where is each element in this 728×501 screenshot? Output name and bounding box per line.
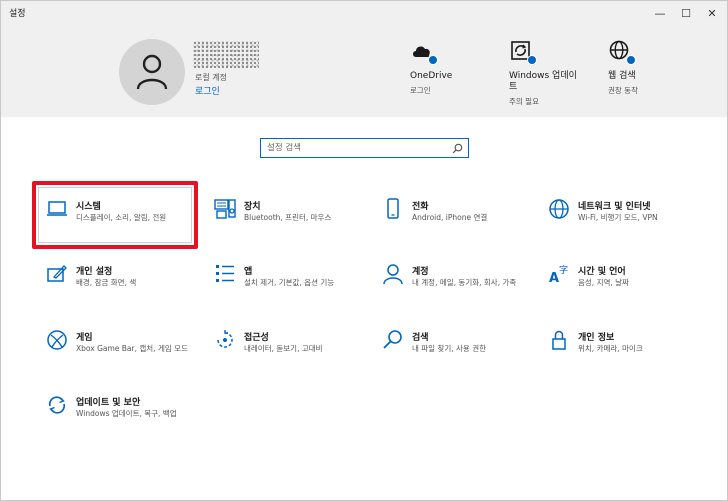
category-label: 업데이트 및 보안 (76, 398, 141, 408)
search-input[interactable] (261, 143, 441, 153)
category-time-language[interactable]: A 字 시간 및 언어 음성, 지역, 날짜 (548, 263, 708, 315)
avatar[interactable] (119, 39, 185, 105)
settings-search[interactable] (260, 138, 469, 158)
category-description: Wi-Fi, 비행기 모드, VPN (578, 213, 658, 222)
category-description: 음성, 지역, 날짜 (578, 278, 629, 287)
status-dot (626, 55, 636, 65)
category-gaming[interactable]: 게임 Xbox Game Bar, 캡처, 게임 모드 (46, 329, 206, 381)
category-label: 개인 정보 (578, 333, 615, 343)
header-item-sub: 주의 필요 (509, 97, 539, 106)
category-label: 시스템 (76, 202, 101, 212)
category-description: 위치, 카메라, 마이크 (578, 344, 643, 353)
header-item-sub: 권장 동작 (608, 86, 638, 95)
category-description: Android, iPhone 연결 (412, 213, 488, 222)
category-privacy[interactable]: 개인 정보 위치, 카메라, 마이크 (548, 329, 708, 381)
account-type: 로컬 계정 (195, 73, 227, 82)
title-bar: 설정 — ☐ ✕ (1, 1, 727, 25)
category-description: Windows 업데이트, 복구, 백업 (76, 409, 177, 418)
category-devices[interactable]: 장치 Bluetooth, 프린터, 마우스 (214, 198, 374, 250)
lock-icon (552, 330, 566, 350)
paint-brush-icon (47, 265, 67, 282)
keyboard-speaker-icon (214, 199, 236, 219)
header-item-label: OneDrive (410, 71, 453, 81)
category-label: 검색 (412, 333, 429, 343)
person-icon (383, 264, 403, 285)
settings-window: 설정 — ☐ ✕ 로컬 계정 로그인 OneDrive 로그인 Windows … (0, 0, 728, 501)
category-description: 디스플레이, 소리, 알림, 전원 (76, 213, 167, 222)
header-item-windows-update[interactable]: Windows 업데이트 주의 필요 (509, 39, 581, 107)
search-icon (383, 330, 402, 349)
category-label: 개인 설정 (76, 267, 113, 277)
category-update-security[interactable]: 업데이트 및 보안 Windows 업데이트, 복구, 백업 (46, 394, 206, 446)
category-description: Xbox Game Bar, 캡처, 게임 모드 (76, 344, 188, 353)
phone-icon (387, 198, 399, 219)
category-description: Bluetooth, 프린터, 마우스 (244, 213, 332, 222)
category-label: 접근성 (244, 333, 269, 343)
category-label: 앱 (244, 267, 253, 277)
laptop-icon (47, 201, 67, 216)
category-system[interactable]: 시스템 디스플레이, 소리, 알림, 전원 (46, 198, 206, 250)
category-label: 게임 (76, 333, 93, 343)
header-item-sub: 로그인 (410, 86, 431, 95)
header-item-label: Windows 업데이트 (509, 71, 577, 92)
category-description: 배경, 잠금 화면, 색 (76, 278, 137, 287)
category-network[interactable]: 네트워크 및 인터넷 Wi-Fi, 비행기 모드, VPN (548, 198, 708, 250)
category-description: 내 계정, 메일, 동기화, 회사, 가족 (412, 278, 517, 287)
category-description: 내 파일 찾기, 사용 권한 (412, 344, 487, 353)
category-label: 네트워크 및 인터넷 (578, 202, 651, 212)
category-search[interactable]: 검색 내 파일 찾기, 사용 권한 (382, 329, 542, 381)
category-label: 장치 (244, 202, 261, 212)
refresh-icon (48, 396, 66, 414)
category-apps[interactable]: 앱 설치 제거, 기본값, 옵션 기능 (214, 263, 374, 315)
close-button[interactable]: ✕ (697, 1, 727, 25)
window-title: 설정 (9, 9, 26, 19)
header-item-label: 웹 검색 (608, 71, 636, 81)
login-link[interactable]: 로그인 (195, 84, 220, 97)
xbox-icon (47, 330, 67, 350)
category-label: 전화 (412, 202, 429, 212)
category-accessibility[interactable]: 접근성 내레이터, 돋보기, 고대비 (214, 329, 374, 381)
app-list-icon (216, 265, 234, 282)
category-description: 설치 제거, 기본값, 옵션 기능 (244, 278, 335, 287)
accessibility-icon (217, 330, 233, 348)
language-icon: A 字 (549, 264, 568, 285)
header-item-web-search[interactable]: 웹 검색 권장 동작 (608, 39, 678, 96)
category-label: 시간 및 언어 (578, 267, 626, 277)
account-header: 로컬 계정 로그인 OneDrive 로그인 Windows 업데이트 주의 필… (1, 25, 727, 117)
category-phone[interactable]: 전화 Android, iPhone 연결 (382, 198, 542, 250)
globe-icon (549, 199, 569, 219)
category-personalization[interactable]: 개인 설정 배경, 잠금 화면, 색 (46, 263, 206, 315)
category-label: 계정 (412, 267, 429, 277)
search-icon[interactable] (452, 143, 463, 154)
svg-text:字: 字 (559, 264, 568, 276)
blurred-username (193, 41, 259, 69)
status-dot (527, 55, 537, 65)
status-dot (428, 55, 438, 65)
svg-text:A: A (549, 271, 559, 285)
user-icon (136, 54, 168, 90)
header-item-onedrive[interactable]: OneDrive 로그인 (410, 39, 490, 96)
category-description: 내레이터, 돋보기, 고대비 (244, 344, 323, 353)
category-accounts[interactable]: 계정 내 계정, 메일, 동기화, 회사, 가족 (382, 263, 542, 315)
